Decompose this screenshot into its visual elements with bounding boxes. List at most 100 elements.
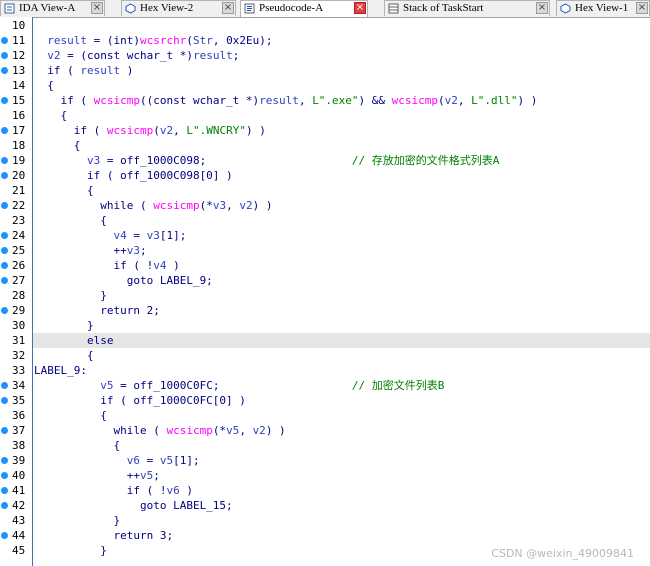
code-line[interactable]: 17 if ( wcsicmp(v2, L".WNCRY") ) — [0, 123, 650, 138]
code-text[interactable]: ++v5; — [34, 468, 160, 483]
breakpoint-marker-icon[interactable] — [1, 97, 8, 104]
code-text[interactable]: } — [34, 513, 120, 528]
breakpoint-marker-icon[interactable] — [1, 277, 8, 284]
code-line[interactable]: 15 if ( wcsicmp((const wchar_t *)result,… — [0, 93, 650, 108]
code-line[interactable]: 23 { — [0, 213, 650, 228]
breakpoint-marker-icon[interactable] — [1, 487, 8, 494]
code-text[interactable]: v3 = off_1000C098; // 存放加密的文件格式列表A — [34, 153, 499, 168]
code-text[interactable]: v2 = (const wchar_t *)result; — [34, 48, 239, 63]
tab-ida-view-a[interactable]: IDA View-A × — [0, 0, 105, 16]
close-icon[interactable]: × — [91, 2, 103, 14]
tab-stack-of-taskstart[interactable]: Stack of TaskStart × — [384, 0, 550, 16]
code-text[interactable]: } — [34, 288, 107, 303]
code-text[interactable]: v5 = off_1000C0FC; // 加密文件列表B — [34, 378, 444, 393]
code-line[interactable]: 26 if ( !v4 ) — [0, 258, 650, 273]
code-line[interactable]: 28 } — [0, 288, 650, 303]
code-text[interactable]: { — [34, 108, 67, 123]
breakpoint-marker-icon[interactable] — [1, 52, 8, 59]
pseudocode-view[interactable]: 10 11 result = (int)wcsrchr(Str, 0x2Eu); 1… — [0, 18, 650, 558]
code-text[interactable]: LABEL_9: — [34, 363, 87, 378]
code-line[interactable]: 38 { — [0, 438, 650, 453]
breakpoint-marker-icon[interactable] — [1, 67, 8, 74]
close-icon[interactable]: × — [636, 2, 648, 14]
code-line[interactable]: 36 { — [0, 408, 650, 423]
code-line[interactable]: 44 return 3; — [0, 528, 650, 543]
code-line[interactable]: 25 ++v3; — [0, 243, 650, 258]
code-text[interactable]: if ( wcsicmp(v2, L".WNCRY") ) — [34, 123, 266, 138]
code-line[interactable]: 32 { — [0, 348, 650, 363]
code-line[interactable]: 20 if ( off_1000C098[0] ) — [0, 168, 650, 183]
code-line[interactable]: 19 v3 = off_1000C098; // 存放加密的文件格式列表A — [0, 153, 650, 168]
code-line[interactable]: 40 ++v5; — [0, 468, 650, 483]
code-text[interactable]: result = (int)wcsrchr(Str, 0x2Eu); — [34, 33, 272, 48]
code-text[interactable]: } — [34, 543, 107, 558]
code-line[interactable]: 11 result = (int)wcsrchr(Str, 0x2Eu); — [0, 33, 650, 48]
close-icon[interactable]: × — [536, 2, 548, 14]
code-line[interactable]: 41 if ( !v6 ) — [0, 483, 650, 498]
code-line[interactable]: 33 LABEL_9: — [0, 363, 650, 378]
code-line[interactable]: 13 if ( result ) — [0, 63, 650, 78]
code-text[interactable]: { — [34, 183, 94, 198]
breakpoint-marker-icon[interactable] — [1, 457, 8, 464]
code-line[interactable]: 22 while ( wcsicmp(*v3, v2) ) — [0, 198, 650, 213]
code-text[interactable]: if ( !v4 ) — [34, 258, 179, 273]
code-line[interactable]: 39 v6 = v5[1]; — [0, 453, 650, 468]
breakpoint-marker-icon[interactable] — [1, 232, 8, 239]
breakpoint-marker-icon[interactable] — [1, 472, 8, 479]
close-icon[interactable]: × — [222, 2, 234, 14]
code-line[interactable]: 35 if ( off_1000C0FC[0] ) — [0, 393, 650, 408]
code-text[interactable]: goto LABEL_15; — [34, 498, 233, 513]
code-line[interactable]: 16 { — [0, 108, 650, 123]
tab-hex-view-2[interactable]: Hex View-2 × — [121, 0, 236, 16]
breakpoint-marker-icon[interactable] — [1, 532, 8, 539]
close-icon[interactable]: × — [354, 2, 366, 14]
breakpoint-marker-icon[interactable] — [1, 382, 8, 389]
breakpoint-marker-icon[interactable] — [1, 37, 8, 44]
breakpoint-marker-icon[interactable] — [1, 262, 8, 269]
code-text[interactable]: while ( wcsicmp(*v5, v2) ) — [34, 423, 285, 438]
code-text[interactable]: if ( !v6 ) — [34, 483, 193, 498]
breakpoint-marker-icon[interactable] — [1, 307, 8, 314]
tab-pseudocode-a[interactable]: Pseudocode-A × — [240, 0, 368, 17]
code-line[interactable]: 37 while ( wcsicmp(*v5, v2) ) — [0, 423, 650, 438]
code-text[interactable]: if ( result ) — [34, 63, 133, 78]
breakpoint-marker-icon[interactable] — [1, 127, 8, 134]
code-text[interactable]: { — [34, 408, 107, 423]
breakpoint-marker-icon[interactable] — [1, 202, 8, 209]
breakpoint-marker-icon[interactable] — [1, 397, 8, 404]
breakpoint-marker-icon[interactable] — [1, 502, 8, 509]
code-text[interactable]: return 3; — [34, 528, 173, 543]
code-line[interactable]: 18 { — [0, 138, 650, 153]
code-text[interactable]: v4 = v3[1]; — [34, 228, 186, 243]
code-text[interactable]: { — [34, 438, 120, 453]
breakpoint-marker-icon[interactable] — [1, 247, 8, 254]
code-line[interactable]: 29 return 2; — [0, 303, 650, 318]
code-text[interactable]: { — [34, 138, 81, 153]
code-text[interactable]: if ( wcsicmp((const wchar_t *)result, L"… — [34, 93, 537, 108]
code-text[interactable]: else — [34, 333, 114, 348]
code-text[interactable]: v6 = v5[1]; — [34, 453, 200, 468]
code-text[interactable]: goto LABEL_9; — [34, 273, 213, 288]
code-line[interactable]: 27 goto LABEL_9; — [0, 273, 650, 288]
code-line[interactable]: 34 v5 = off_1000C0FC; // 加密文件列表B — [0, 378, 650, 393]
code-text[interactable]: { — [34, 213, 107, 228]
code-line[interactable]: 21 { — [0, 183, 650, 198]
breakpoint-marker-icon[interactable] — [1, 157, 8, 164]
breakpoint-marker-icon[interactable] — [1, 427, 8, 434]
code-line[interactable]: 24 v4 = v3[1]; — [0, 228, 650, 243]
code-line[interactable]: 14 { — [0, 78, 650, 93]
breakpoint-marker-icon[interactable] — [1, 172, 8, 179]
code-text[interactable]: ++v3; — [34, 243, 146, 258]
code-text[interactable]: } — [34, 318, 94, 333]
code-line[interactable]: 31 else — [0, 333, 650, 348]
code-line[interactable]: 42 goto LABEL_15; — [0, 498, 650, 513]
code-text[interactable]: { — [34, 348, 94, 363]
code-line[interactable]: 12 v2 = (const wchar_t *)result; — [0, 48, 650, 63]
code-text[interactable]: return 2; — [34, 303, 160, 318]
code-text[interactable]: { — [34, 78, 54, 93]
code-line[interactable]: 43 } — [0, 513, 650, 528]
code-text[interactable]: if ( off_1000C098[0] ) — [34, 168, 233, 183]
code-text[interactable]: while ( wcsicmp(*v3, v2) ) — [34, 198, 272, 213]
code-text[interactable]: if ( off_1000C0FC[0] ) — [34, 393, 246, 408]
tab-hex-view-1[interactable]: Hex View-1 × — [556, 0, 650, 16]
